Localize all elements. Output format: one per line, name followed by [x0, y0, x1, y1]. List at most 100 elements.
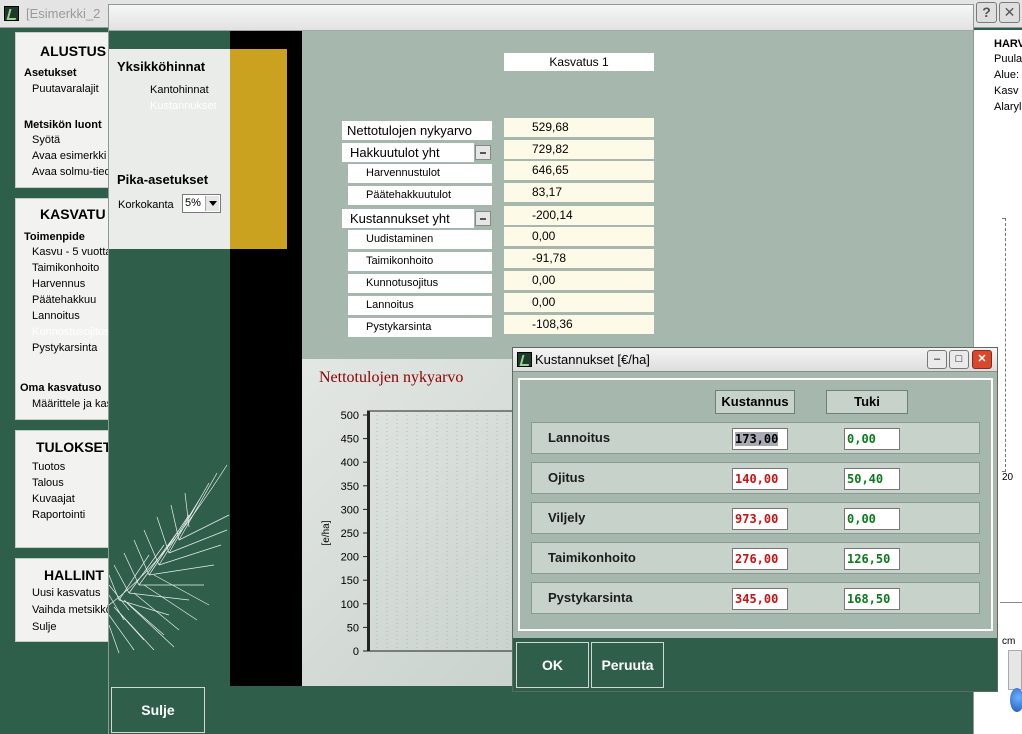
cost-input-viljely[interactable]: 973,00 — [732, 508, 788, 530]
value-kunnotusojitus: 0,00 — [504, 271, 654, 290]
main-bottom-bar — [109, 686, 973, 734]
cost-input-ojitus[interactable]: 140,00 — [732, 468, 788, 490]
cost-row-ojitus: Ojitus 140,00 50,40 — [531, 462, 980, 494]
group-title: Asetukset — [24, 67, 77, 79]
menu-item-talous[interactable]: Talous — [32, 477, 64, 489]
section-heading: ALUSTUS — [40, 43, 107, 59]
menu-item-kunnostusojitus[interactable]: Kunnostusojitus — [32, 326, 109, 338]
y-axis — [367, 411, 370, 651]
tulokset-panel: TULOKSET Tuotos Talous Kuvaajat Raportoi… — [15, 430, 110, 548]
expand-hakkuutulot-button[interactable] — [475, 145, 491, 160]
support-input-viljely[interactable]: 0,00 — [844, 508, 900, 530]
value-kustannukset-yht: -200,14 — [504, 206, 654, 225]
y-tick-label: 200 — [341, 552, 359, 564]
y-tick-label: 150 — [341, 575, 359, 587]
dialog-close-button[interactable]: ✕ — [972, 350, 992, 369]
row-label: Viljely — [548, 510, 586, 525]
cost-input-lannoitus[interactable]: 173,00 — [732, 428, 788, 450]
support-input-taimikonhoito[interactable]: 126,50 — [844, 548, 900, 570]
interest-rate-label: Korkokanta — [118, 199, 174, 211]
cost-row-lannoitus: Lannoitus 173,00 0,00 — [531, 422, 980, 454]
minimize-button[interactable]: – — [927, 350, 947, 369]
right-line: Alue: — [994, 69, 1020, 81]
menu-item-uusi-kasvatus[interactable]: Uusi kasvatus — [32, 587, 100, 599]
value-nettotulojen-nykyarvo: 529,68 — [504, 118, 654, 137]
bg-window-title: [Esimerkki_2 — [26, 6, 101, 21]
menu-item-tuotos[interactable]: Tuotos — [32, 461, 65, 473]
label-uudistaminen: Uudistaminen — [348, 230, 492, 249]
label-hakkuutulot-yht: Hakkuutulot yht — [342, 143, 474, 162]
value-lannoitus: 0,00 — [504, 293, 654, 312]
menu-item-lannoitus[interactable]: Lannoitus — [32, 310, 80, 322]
label-pystykarsinta: Pystykarsinta — [348, 318, 492, 337]
menu-item-avaa-esimerkki[interactable]: Avaa esimerkki — [32, 150, 106, 162]
menu-item-raportointi[interactable]: Raportointi — [32, 509, 85, 521]
app-icon — [4, 6, 19, 21]
group-title: Oma kasvatuso — [20, 382, 102, 394]
link-kantohinnat[interactable]: Kantohinnat — [150, 84, 209, 96]
interest-rate-value: 5% — [185, 197, 201, 209]
menu-item-puutavaralajit[interactable]: Puutavaralajit — [32, 83, 99, 95]
unit-label: cm — [1002, 636, 1016, 647]
ok-button[interactable]: OK — [516, 642, 589, 688]
cost-row-viljely: Viljely 973,00 0,00 — [531, 502, 980, 534]
label-paatehakkuutulot: Päätehakkuutulot — [348, 186, 492, 205]
label-harvennustulot: Harvennustulot — [348, 164, 492, 183]
cancel-button[interactable]: Peruuta — [591, 642, 664, 688]
y-tick-label: 250 — [341, 528, 359, 540]
menu-item-kasvu[interactable]: Kasvu - 5 vuotta — [32, 246, 109, 258]
chart-title: Nettotulojen nykyarvo — [319, 369, 464, 386]
value-paatehakkuutulot: 83,17 — [504, 183, 654, 202]
chevron-down-icon[interactable] — [205, 196, 219, 211]
section-heading: KASVATU — [40, 206, 106, 222]
interest-rate-select[interactable]: 5% — [182, 194, 221, 213]
menu-item-maarittele[interactable]: Määrittele ja kas — [32, 398, 109, 410]
right-line: Puula — [994, 53, 1022, 65]
hallinta-panel: HALLINT Uusi kasvatus Vaihda metsikkö Su… — [15, 558, 110, 642]
scrollbar[interactable] — [1008, 650, 1022, 690]
maximize-button[interactable]: □ — [949, 350, 969, 369]
support-input-pystykarsinta[interactable]: 168,50 — [844, 588, 900, 610]
menu-item-avaa-solmu[interactable]: Avaa solmu-tied — [32, 166, 109, 178]
cost-input-taimikonhoito[interactable]: 276,00 — [732, 548, 788, 570]
costs-dialog: Kustannukset [€/ha] – □ ✕ Kustannus Tuki… — [512, 347, 998, 692]
quick-settings-title: Pika-asetukset — [117, 172, 209, 187]
close-button[interactable]: Sulje — [111, 687, 205, 733]
link-kustannukset[interactable]: Kustannukset — [150, 100, 217, 112]
y-tick-label: 500 — [341, 410, 359, 422]
column-header-tuki: Tuki — [826, 390, 908, 414]
dialog-title: Kustannukset [€/ha] — [535, 352, 650, 367]
right-line: Alaryl — [994, 101, 1022, 113]
npv-chart: 0 50 100 150 200 250 300 350 400 450 500 [e/ha] — [321, 410, 515, 655]
cost-input-pystykarsinta[interactable]: 345,00 — [732, 588, 788, 610]
menu-item-paatehakkuu[interactable]: Päätehakkuu — [32, 294, 96, 306]
menu-item-harvennus[interactable]: Harvennus — [32, 278, 85, 290]
y-tick-label: 350 — [341, 481, 359, 493]
section-heading: TULOKSET — [36, 439, 110, 455]
value-pystykarsinta: -108,36 — [504, 315, 654, 334]
y-tick-label: 450 — [341, 434, 359, 446]
menu-item-taimikonhoito[interactable]: Taimikonhoito — [32, 262, 99, 274]
gold-accent — [230, 49, 287, 249]
support-input-lannoitus[interactable]: 0,00 — [844, 428, 900, 450]
main-window-titlebar — [109, 5, 973, 31]
cost-row-pystykarsinta: Pystykarsinta 345,00 168,50 — [531, 582, 980, 614]
support-input-ojitus[interactable]: 50,40 — [844, 468, 900, 490]
y-tick-label: 300 — [341, 504, 359, 516]
row-label: Lannoitus — [548, 430, 611, 445]
row-label: Pystykarsinta — [548, 590, 633, 605]
value-harvennustulot: 646,65 — [504, 161, 654, 180]
row-label: Taimikonhoito — [548, 550, 636, 565]
alustus-panel: ALUSTUS Asetukset Puutavaralajit Metsikö… — [15, 32, 110, 188]
menu-item-pystykarsinta[interactable]: Pystykarsinta — [32, 342, 97, 354]
menu-item-syota[interactable]: Syötä — [32, 134, 60, 146]
label-lannoitus: Lannoitus — [348, 296, 492, 315]
menu-item-kuvaajat[interactable]: Kuvaajat — [32, 493, 75, 505]
bg-close-button[interactable]: ✕ — [999, 2, 1020, 23]
value-uudistaminen: 0,00 — [504, 227, 654, 246]
menu-item-sulje[interactable]: Sulje — [32, 621, 56, 633]
help-button[interactable]: ? — [976, 2, 997, 23]
globe-icon — [1010, 688, 1022, 712]
expand-kustannukset-button[interactable] — [475, 211, 491, 226]
menu-item-vaihda-metsikko[interactable]: Vaihda metsikkö — [32, 604, 109, 616]
